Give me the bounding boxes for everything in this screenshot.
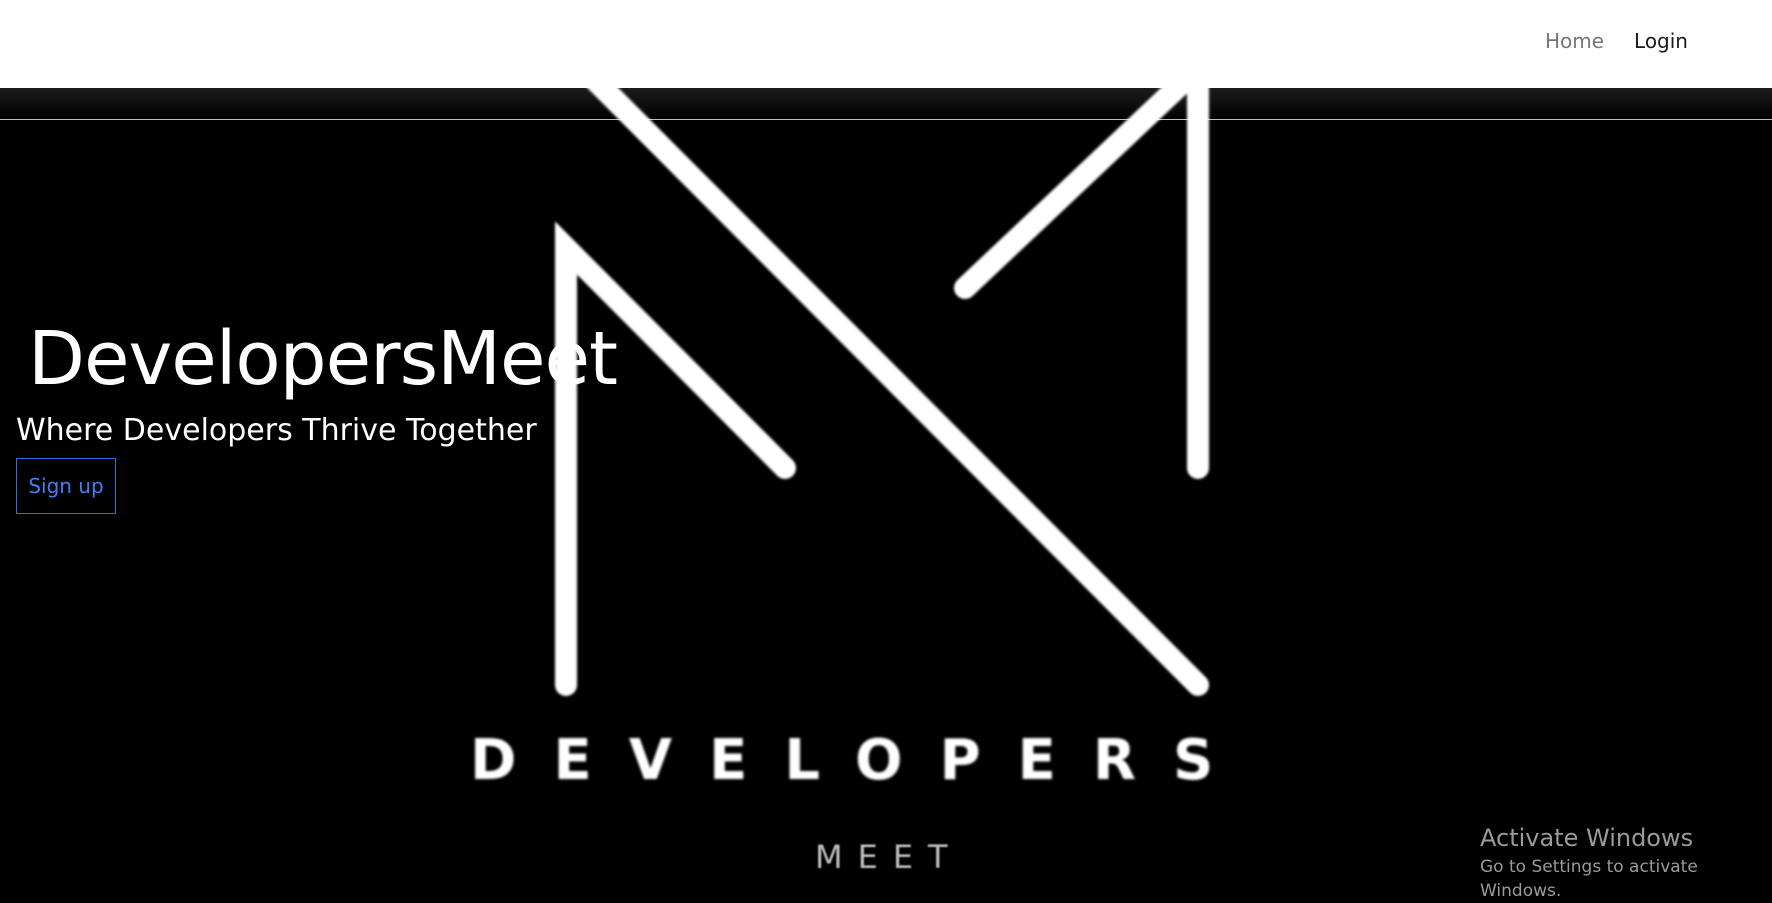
logo-wordmark: DEVELOPERS (470, 728, 1251, 793)
hero-title: DevelopersMeet (28, 316, 618, 402)
hero-tagline: Where Developers Thrive Together (16, 413, 537, 448)
activate-windows-watermark: Activate Windows Go to Settings to activ… (1480, 824, 1772, 903)
logo-stroke-right-m (954, 88, 1209, 479)
activate-windows-subtitle: Go to Settings to activate Windows. (1480, 857, 1698, 901)
nav-login-link[interactable]: Login (1634, 27, 1688, 55)
hero-section: DEVELOPERS MEET DevelopersMeet Where Dev… (0, 88, 1772, 895)
logo-stroke-left-m (555, 221, 796, 696)
logo-subtext: MEET (815, 838, 963, 876)
nav-links: Home Login (1545, 27, 1688, 55)
nav-home-link[interactable]: Home (1545, 27, 1604, 55)
logo-stroke-diagonal (587, 88, 1209, 696)
signup-button[interactable]: Sign up (16, 458, 116, 514)
activate-windows-title: Activate Windows (1480, 824, 1694, 852)
navbar: Home Login (0, 0, 1772, 88)
